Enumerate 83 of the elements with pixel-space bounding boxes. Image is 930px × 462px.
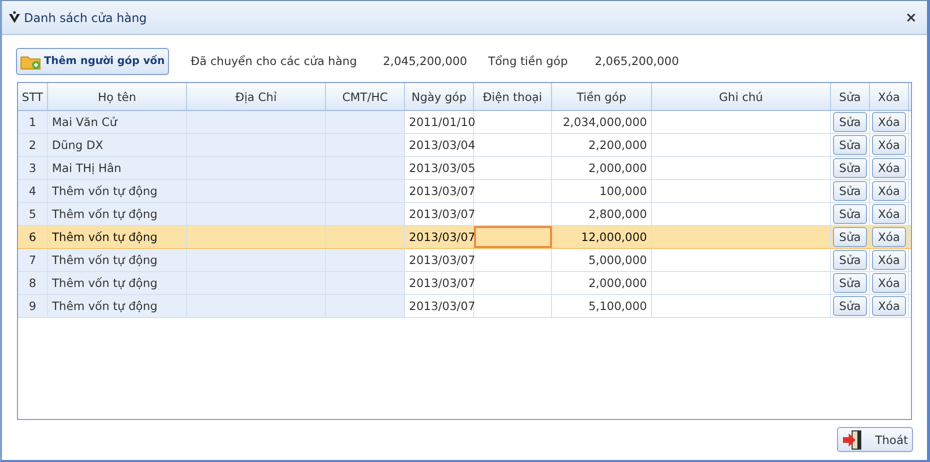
edit-button[interactable]: Sửa xyxy=(833,250,867,270)
table-cell: Thêm vốn tự động xyxy=(52,253,158,267)
total-value: 2,065,200,000 xyxy=(594,54,679,68)
table-cell: 7 xyxy=(28,253,36,267)
table-cell: 2 xyxy=(28,138,36,152)
table-row[interactable]: 6 Thêm vốn tự động 2013/03/07 12,000,000 Sửa Xóa xyxy=(18,226,911,249)
table-cell: Dũng DX xyxy=(52,138,104,152)
delete-button[interactable]: Xóa xyxy=(872,204,906,224)
column-header: Xóa xyxy=(870,83,909,110)
table-cell: 12,000,000 xyxy=(581,230,647,244)
table-cell: 2,000,000 xyxy=(588,161,647,175)
column-header: Sửa xyxy=(831,83,870,110)
table-cell: 100,000 xyxy=(599,184,647,198)
transferred-value: 2,045,200,000 xyxy=(382,54,468,68)
table-cell: 2013/03/07 xyxy=(409,253,476,267)
table-row[interactable]: 2 Dũng DX 2013/03/04 2,200,000 Sửa Xóa xyxy=(18,134,911,157)
column-header: Ghi chú xyxy=(652,83,831,110)
edit-button[interactable]: Sửa xyxy=(833,135,867,155)
table-cell: 2013/03/07 xyxy=(409,184,476,198)
table-cell: 2,034,000,000 xyxy=(562,115,647,129)
table-cell: 8 xyxy=(28,276,36,290)
table-cell: 9 xyxy=(28,299,36,313)
table-cell: 2013/03/05 xyxy=(409,161,476,175)
transferred-label: Đã chuyển cho các cửa hàng xyxy=(190,54,357,68)
column-header: Họ tên xyxy=(48,83,187,110)
table-cell: Thêm vốn tự động xyxy=(52,299,158,313)
column-header: Điện thoại xyxy=(474,83,552,110)
column-header: CMT/HC xyxy=(326,83,405,110)
table-cell: 2013/03/07 xyxy=(409,276,476,290)
add-contributor-button[interactable]: Thêm người góp vốn xyxy=(16,48,169,74)
table-cell: Mai THị Hân xyxy=(52,161,122,175)
table-row[interactable]: 4 Thêm vốn tự động 2013/03/07 100,000 Sửa Xóa xyxy=(18,180,911,203)
exit-button[interactable]: Thoát xyxy=(837,427,913,452)
edit-button[interactable]: Sửa xyxy=(833,112,867,132)
table-cell: 5,100,000 xyxy=(588,299,647,313)
edit-button[interactable]: Sửa xyxy=(833,158,867,178)
table-row[interactable]: 1 Mai Văn Cử 2011/01/10 2,034,000,000 Sửa Xóa xyxy=(18,111,911,134)
window-title: Danh sách cửa hàng xyxy=(24,10,148,24)
table-cell: 2013/03/07 xyxy=(409,207,476,221)
edit-button[interactable]: Sửa xyxy=(833,296,867,316)
delete-button[interactable]: Xóa xyxy=(872,158,906,178)
delete-button[interactable]: Xóa xyxy=(872,181,906,201)
table-cell: 5,000,000 xyxy=(588,253,647,267)
table-cell: 2011/01/10 xyxy=(409,115,476,129)
edit-button[interactable]: Sửa xyxy=(833,204,867,224)
delete-button[interactable]: Xóa xyxy=(872,227,906,247)
table-cell: 3 xyxy=(28,161,36,175)
delete-button[interactable]: Xóa xyxy=(872,250,906,270)
table-cell: Thêm vốn tự động xyxy=(52,276,158,290)
column-header: STT xyxy=(18,83,48,110)
column-header: Ngày góp xyxy=(405,83,474,110)
table-cell: 6 xyxy=(28,230,36,244)
table-row[interactable]: 9 Thêm vốn tự động 2013/03/07 5,100,000 Sửa Xóa xyxy=(18,295,911,318)
table-cell: Thêm vốn tự động xyxy=(52,207,158,221)
app-logo-icon xyxy=(8,11,21,24)
table-cell: Thêm vốn tự động xyxy=(52,230,158,244)
column-header: Tiền góp xyxy=(552,83,652,110)
table-cell: 2,000,000 xyxy=(588,276,647,290)
delete-button[interactable]: Xóa xyxy=(872,112,906,132)
close-button[interactable]: × xyxy=(901,10,921,26)
table-row[interactable]: 3 Mai THị Hân 2013/03/05 2,000,000 Sửa Xóa xyxy=(18,157,911,180)
delete-button[interactable]: Xóa xyxy=(872,135,906,155)
table-cell: Thêm vốn tự động xyxy=(52,184,158,198)
edit-button[interactable]: Sửa xyxy=(833,227,867,247)
focused-cell[interactable] xyxy=(474,226,552,248)
table-cell: 4 xyxy=(28,184,36,198)
delete-button[interactable]: Xóa xyxy=(872,273,906,293)
column-header: Địa Chỉ xyxy=(187,83,326,110)
table-cell: 2013/03/07 xyxy=(409,230,476,244)
table-row[interactable]: 5 Thêm vốn tự động 2013/03/07 2,800,000 Sửa Xóa xyxy=(18,203,911,226)
table-cell: 2013/03/07 xyxy=(409,299,476,313)
table-cell: 1 xyxy=(28,115,36,129)
delete-button[interactable]: Xóa xyxy=(872,296,906,316)
edit-button[interactable]: Sửa xyxy=(833,181,867,201)
table-cell: 2013/03/04 xyxy=(409,138,476,152)
table-row[interactable]: 7 Thêm vốn tự động 2013/03/07 5,000,000 Sửa Xóa xyxy=(18,249,911,272)
table-cell: Mai Văn Cử xyxy=(52,115,117,129)
table-cell: 2,200,000 xyxy=(588,138,647,152)
total-label: Tổng tiền góp xyxy=(488,54,568,68)
edit-button[interactable]: Sửa xyxy=(833,273,867,293)
table-row[interactable]: 8 Thêm vốn tự động 2013/03/07 2,000,000 Sửa Xóa xyxy=(18,272,911,295)
table-cell: 2,800,000 xyxy=(588,207,647,221)
table-cell: 5 xyxy=(28,207,36,221)
